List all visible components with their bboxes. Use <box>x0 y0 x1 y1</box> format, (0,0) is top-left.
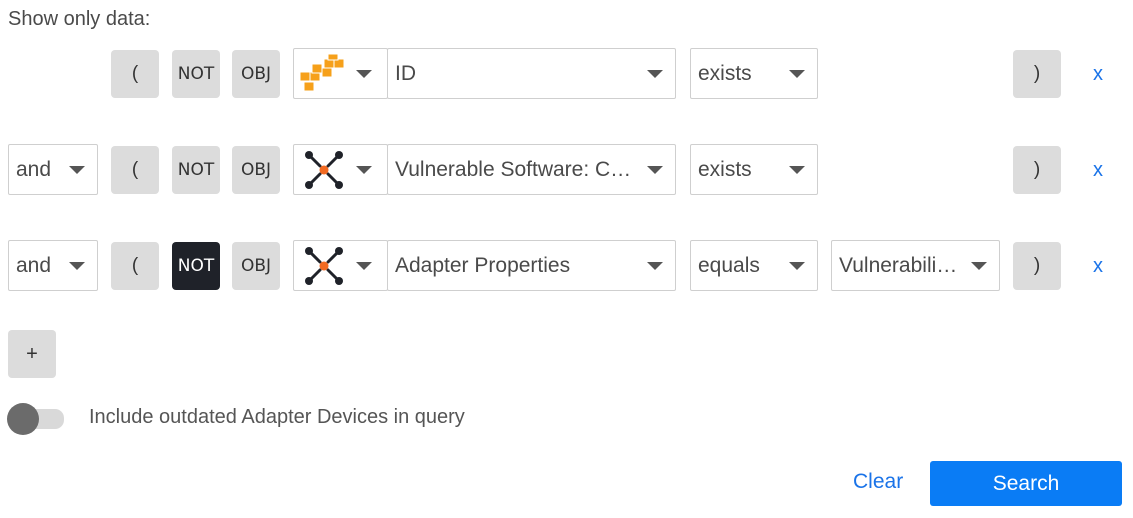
operator-value: equals <box>698 253 760 277</box>
chevron-down-icon <box>789 165 805 174</box>
chevron-down-icon <box>789 69 805 78</box>
obj-button-2[interactable]: OBJ <box>232 146 280 194</box>
open-paren-button-2[interactable]: ( <box>111 146 159 194</box>
open-paren-button-3[interactable]: ( <box>111 242 159 290</box>
remove-row-button-3[interactable]: x <box>1086 252 1110 280</box>
chevron-down-icon <box>647 165 663 174</box>
chevron-down-icon <box>69 261 85 270</box>
adapter-select-3[interactable] <box>293 240 388 291</box>
operator-select-2[interactable]: exists <box>690 144 818 195</box>
connector-value: and <box>16 253 52 277</box>
axonius-icon <box>294 147 354 193</box>
field-select-1[interactable]: ID <box>387 48 676 99</box>
adapter-select-1[interactable] <box>293 48 388 99</box>
field-value: Adapter Properties <box>395 253 571 277</box>
close-paren-button-3[interactable]: ) <box>1013 242 1061 290</box>
close-paren-button-2[interactable]: ) <box>1013 146 1061 194</box>
field-select-3[interactable]: Adapter Properties <box>387 240 676 291</box>
field-value: ID <box>395 61 416 85</box>
close-paren-button-1[interactable]: ) <box>1013 50 1061 98</box>
chevron-down-icon <box>971 261 987 270</box>
value-text: Vulnerabili… <box>839 253 958 277</box>
axonius-icon <box>294 243 354 289</box>
adapter-select-2[interactable] <box>293 144 388 195</box>
chevron-down-icon <box>647 261 663 270</box>
not-button-1[interactable]: NOT <box>172 50 220 98</box>
field-value: Vulnerable Software: C… <box>395 157 632 181</box>
toggle-label: Include outdated Adapter Devices in quer… <box>89 406 465 428</box>
operator-select-1[interactable]: exists <box>690 48 818 99</box>
chevron-down-icon <box>356 165 372 174</box>
aws-icon <box>294 51 354 97</box>
open-paren-button-1[interactable]: ( <box>111 50 159 98</box>
operator-select-3[interactable]: equals <box>690 240 818 291</box>
clear-button[interactable]: Clear <box>853 470 903 494</box>
not-button-3[interactable]: NOT <box>172 242 220 290</box>
connector-select-3[interactable]: and <box>8 240 98 291</box>
obj-button-1[interactable]: OBJ <box>232 50 280 98</box>
not-button-2[interactable]: NOT <box>172 146 220 194</box>
remove-row-button-2[interactable]: x <box>1086 156 1110 184</box>
remove-row-button-1[interactable]: x <box>1086 60 1110 88</box>
obj-button-3[interactable]: OBJ <box>232 242 280 290</box>
query-title: Show only data: <box>8 8 151 30</box>
operator-value: exists <box>698 157 752 181</box>
add-expression-button[interactable]: + <box>8 330 56 378</box>
chevron-down-icon <box>69 165 85 174</box>
connector-value: and <box>16 157 52 181</box>
connector-select-2[interactable]: and <box>8 144 98 195</box>
value-select-3[interactable]: Vulnerabili… <box>831 240 1000 291</box>
chevron-down-icon <box>356 69 372 78</box>
toggle-knob[interactable] <box>7 403 39 435</box>
operator-value: exists <box>698 61 752 85</box>
chevron-down-icon <box>789 261 805 270</box>
search-button[interactable]: Search <box>930 461 1122 506</box>
chevron-down-icon <box>647 69 663 78</box>
chevron-down-icon <box>356 261 372 270</box>
field-select-2[interactable]: Vulnerable Software: C… <box>387 144 676 195</box>
